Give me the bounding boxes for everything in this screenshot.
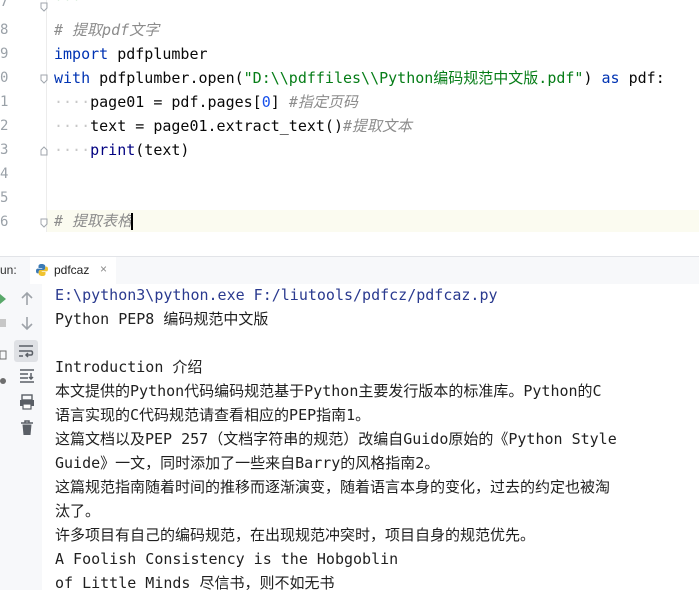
- console-line: 这篇规范指南随着时间的推移而逐渐演变，随着语言本身的变化，过去的约定也被淘: [55, 478, 611, 496]
- tab-label: pdfcaz: [54, 263, 90, 277]
- print-icon[interactable]: [17, 392, 37, 412]
- line-number: 3: [0, 142, 9, 158]
- soft-wrap-icon: [19, 345, 34, 358]
- close-icon[interactable]: ×: [100, 262, 107, 276]
- code-editor[interactable]: 7 8 9 0 1 2 3 4 5 6 ''' # 提取pdf文字 import…: [0, 0, 699, 232]
- code-line: with pdfplumber.open("D:\\pdffiles\\Pyth…: [54, 69, 665, 87]
- run-tool-window-header: un: pdfcaz ×: [0, 256, 699, 286]
- fold-marker-icon[interactable]: [39, 74, 49, 84]
- console-line: E:\python3\python.exe F:/liutools/pdfcz/…: [55, 286, 498, 304]
- python-icon: [36, 264, 48, 276]
- console-line: 语言实现的C代码规范请查看相应的PEP指南1。: [55, 406, 371, 424]
- arrow-up-icon[interactable]: [17, 289, 37, 309]
- code-line: ''': [54, 0, 82, 11]
- text-caret: [131, 213, 133, 230]
- fold-marker-icon[interactable]: [39, 2, 49, 12]
- code-line: # 提取表格: [54, 212, 133, 230]
- console-line: 本文提供的Python代码编码规范基于Python主要发行版本的标准库。Pyth…: [55, 382, 602, 400]
- console-line: A Foolish Consistency is the Hobgoblin: [55, 550, 399, 568]
- line-number: 7: [0, 0, 9, 10]
- code-line: import pdfplumber: [54, 45, 208, 63]
- console-line: Guide》一文，同时添加了一些来自Barry的风格指南2。: [55, 454, 440, 472]
- line-number: 2: [0, 118, 9, 134]
- rerun-icon[interactable]: [0, 294, 8, 304]
- console-line: 汰了。: [55, 502, 101, 520]
- console-line: 这篇文档以及PEP 257（文档字符串的规范）改编自Guido原始的《Pytho…: [55, 430, 617, 448]
- tab-pdfcaz[interactable]: pdfcaz ×: [30, 257, 116, 286]
- line-number: 0: [0, 70, 9, 86]
- code-line: ····text = page01.extract_text()#提取文本: [54, 117, 413, 135]
- line-number: 4: [0, 166, 9, 182]
- console-line: 许多项目有自己的编码规范，在出现规范冲突时，项目自身的规范优先。: [55, 526, 536, 544]
- fold-marker-icon[interactable]: [39, 146, 49, 156]
- console-line: Introduction 介绍: [55, 358, 203, 376]
- line-number: 8: [0, 22, 9, 38]
- layout-icon[interactable]: [0, 350, 8, 360]
- line-number-gutter: 7 8 9 0 1 2 3 4 5 6: [0, 0, 49, 232]
- soft-wrap-button[interactable]: [14, 340, 38, 362]
- code-line: # 提取pdf文字: [54, 21, 160, 39]
- console-line: Python PEP8 编码规范中文版: [55, 310, 269, 328]
- scroll-to-end-icon[interactable]: [17, 366, 37, 386]
- line-number: 6: [0, 214, 9, 230]
- line-number: 1: [0, 94, 9, 110]
- code-line: ····page01 = pdf.pages[0] #指定页码: [54, 93, 358, 111]
- run-toolbar: [0, 284, 43, 590]
- trash-icon[interactable]: [17, 418, 37, 438]
- settings-icon[interactable]: [0, 376, 8, 386]
- line-number: 9: [0, 46, 9, 62]
- fold-marker-icon[interactable]: [39, 218, 49, 228]
- console-output[interactable]: E:\python3\python.exe F:/liutools/pdfcz/…: [42, 284, 699, 590]
- console-line: of Little Minds 尽信书，则不如无书: [55, 574, 335, 590]
- line-number: 5: [0, 190, 9, 206]
- run-label: un:: [0, 263, 17, 277]
- code-line: ····print(text): [54, 141, 190, 159]
- arrow-down-icon[interactable]: [17, 313, 37, 333]
- stop-icon[interactable]: [0, 318, 8, 328]
